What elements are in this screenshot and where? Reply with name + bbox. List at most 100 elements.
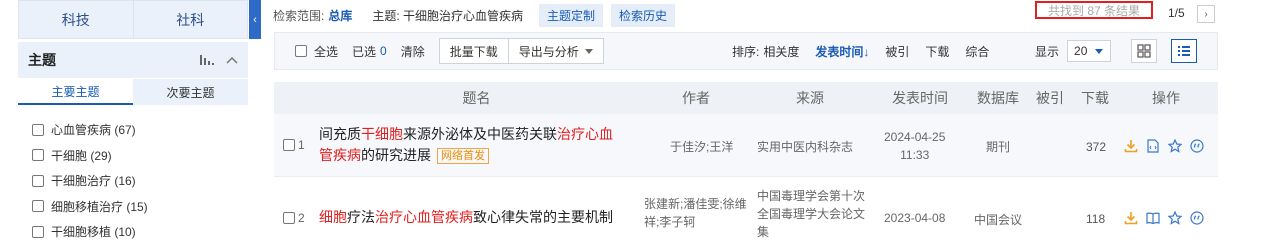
next-page-button[interactable]: › [1197, 5, 1215, 23]
grid-icon [1137, 44, 1151, 58]
results-toolbar: 全选 已选 0 清除 批量下载 导出与分析 排序: 相关度 发表时间↓ 被引 下… [274, 32, 1218, 70]
facet-item[interactable]: 干细胞治疗 (16) [32, 168, 242, 194]
select-all-checkbox[interactable] [295, 45, 307, 57]
col-date: 发表时间 [892, 90, 948, 106]
facet-checkbox[interactable] [32, 174, 44, 187]
quote-icon[interactable] [1190, 211, 1204, 225]
article-date: 2023-04-08 [884, 211, 946, 225]
facet-item[interactable]: 干细胞 (29) [32, 143, 242, 169]
facet-checkbox[interactable] [32, 149, 44, 162]
article-authors[interactable]: 张建新;潘佳雯;徐维 祥;李子轲 [644, 195, 747, 231]
time-value: 11:33 [900, 148, 930, 162]
title-text: 的研究进展 [361, 147, 431, 163]
title-highlight: 治疗心血管疾病 [375, 209, 473, 225]
row-checkbox[interactable] [283, 212, 295, 224]
page-size-control: 显示 20 [1035, 33, 1112, 69]
arrow-down-icon: ↓ [863, 44, 870, 59]
row-index: 2 [298, 211, 305, 225]
authors-line: 祥;李子轲 [644, 215, 696, 229]
table-row: 1 间充质干细胞来源外泌体及中医药关联治疗心血 管疾病的研究进展 网络首发 于佳汐;… [274, 114, 1218, 176]
row-actions [1124, 139, 1204, 153]
article-authors[interactable]: 于佳汐;王洋 [670, 138, 733, 155]
results-table-header: 题名 作者 来源 发表时间 数据库 被引 下载 操作 [274, 82, 1218, 114]
select-all-label: 全选 [314, 44, 339, 59]
article-downloads: 372 [1086, 140, 1107, 154]
html-read-icon[interactable] [1146, 139, 1160, 153]
sort-cited[interactable]: 被引 [885, 43, 909, 60]
title-text: 来源外泌体及中医药关联 [403, 126, 557, 142]
article-database: 中国会议 [974, 213, 1023, 227]
article-title[interactable]: 细胞疗法治疗心血管疾病致心律失常的主要机制 [319, 207, 649, 228]
title-text: 疗法 [347, 209, 375, 225]
row-select[interactable]: 2 [283, 211, 305, 225]
category-tabs: 科技 社科 [18, 0, 248, 39]
collapse-sidebar-button[interactable]: ‹ [249, 0, 261, 39]
clear-button[interactable]: 清除 [401, 43, 425, 60]
article-database: 期刊 [986, 140, 1011, 154]
article-source[interactable]: 中国毒理学会第十次 全国毒理学大会论文 集 [757, 187, 865, 241]
title-highlight: 管疾病 [319, 147, 361, 163]
download-icon[interactable] [1124, 139, 1138, 153]
sort-combined[interactable]: 综合 [965, 43, 989, 60]
tab-science[interactable]: 科技 [19, 1, 133, 38]
tab-secondary-topic[interactable]: 次要主题 [133, 79, 248, 105]
sort-downloads[interactable]: 下载 [925, 43, 949, 60]
facet-label: 心血管疾病 (67) [51, 123, 136, 138]
col-author: 作者 [682, 90, 710, 106]
bar-chart-icon[interactable] [200, 55, 214, 65]
topic-facet-header[interactable]: 主题 [18, 42, 248, 78]
authors-line: 张建新;潘佳雯;徐维 [644, 197, 747, 211]
selected-count[interactable]: 0 [380, 44, 387, 58]
facet-checkbox[interactable] [32, 200, 44, 213]
page-size-value: 20 [1074, 44, 1088, 58]
sort-publish-time[interactable]: 发表时间↓ [815, 43, 869, 60]
col-title: 题名 [462, 90, 491, 106]
export-analysis-label: 导出与分析 [518, 44, 579, 59]
list-view-button[interactable] [1171, 39, 1197, 63]
favorite-star-icon[interactable] [1168, 139, 1182, 153]
facet-checkbox[interactable] [32, 123, 44, 136]
caret-down-icon [584, 48, 593, 54]
article-date: 2024-04-25 11:33 [884, 128, 945, 164]
favorite-star-icon[interactable] [1168, 211, 1182, 225]
tab-social-science[interactable]: 社科 [132, 1, 248, 38]
article-title[interactable]: 间充质干细胞来源外泌体及中医药关联治疗心血 管疾病的研究进展 网络首发 [319, 124, 639, 166]
sidebar: 科技 社科 主题 主要主题 次要主题 心血管疾病 (67) 干细胞 (29) 干… [18, 0, 248, 250]
selected-indicator: 已选 0 [352, 43, 387, 60]
batch-download-button[interactable]: 批量下载 [438, 38, 509, 64]
row-select[interactable]: 1 [283, 138, 305, 152]
title-highlight: 干细胞 [361, 126, 403, 142]
article-source[interactable]: 实用中医内科杂志 [757, 138, 853, 155]
select-all[interactable]: 全选 [295, 43, 338, 60]
facet-checkbox[interactable] [32, 225, 44, 238]
page-size-select[interactable]: 20 [1067, 40, 1112, 62]
sort-label: 排序: [732, 44, 760, 59]
book-read-icon[interactable] [1146, 211, 1160, 225]
col-source: 来源 [796, 90, 824, 106]
sort-relevance[interactable]: 相关度 [763, 43, 799, 60]
col-database: 数据库 [977, 90, 1019, 106]
col-cited: 被引 [1036, 90, 1064, 106]
result-count: 共找到 87 条结果 [1035, 1, 1153, 19]
facet-item[interactable]: 细胞移植治疗 (15) [32, 194, 242, 220]
facet-item[interactable]: 心血管疾病 (67) [32, 117, 242, 143]
selected-label: 已选 [352, 44, 377, 59]
row-checkbox[interactable] [283, 139, 295, 151]
quote-icon[interactable] [1190, 139, 1204, 153]
download-icon[interactable] [1124, 211, 1138, 225]
topic-custom-button[interactable]: 主题定制 [539, 3, 604, 27]
search-history-button[interactable]: 检索历史 [611, 3, 676, 27]
scope-label: 检索范围: [273, 8, 325, 23]
show-label: 显示 [1035, 44, 1060, 59]
sort-options: 排序: 相关度 发表时间↓ 被引 下载 综合 [732, 33, 1005, 69]
chevron-up-icon[interactable] [226, 53, 238, 67]
facet-item[interactable]: 干细胞移植 (10) [32, 219, 242, 245]
date-value: 2024-04-25 [884, 130, 946, 144]
title-text: 间充质 [319, 126, 361, 142]
source-line: 集 [757, 225, 770, 239]
tab-primary-topic[interactable]: 主要主题 [18, 79, 133, 105]
facet-label: 干细胞治疗 (16) [51, 174, 136, 189]
scope-value[interactable]: 总库 [328, 7, 352, 24]
export-analysis-dropdown[interactable]: 导出与分析 [508, 38, 604, 64]
grid-view-button[interactable] [1131, 39, 1157, 63]
